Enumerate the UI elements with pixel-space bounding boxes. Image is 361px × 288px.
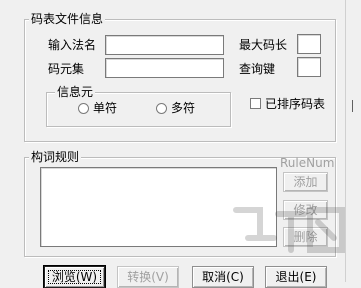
convert-button[interactable]: 转换(V) — [117, 266, 179, 288]
modify-rule-button[interactable]: 修改 — [283, 200, 328, 220]
single-char-label[interactable]: 单符 — [93, 101, 117, 115]
query-key-field[interactable] — [297, 57, 321, 77]
code-set-field[interactable] — [105, 58, 224, 78]
dialog-window: 码表文件信息 输入法名 码元集 最大码长 查询键 信息元 单符 多符 已排序码表… — [0, 0, 361, 288]
cancel-button[interactable]: 取消(C) — [192, 266, 254, 288]
browse-button[interactable]: 浏览(W) — [44, 266, 105, 288]
single-char-radio[interactable] — [78, 103, 89, 114]
exit-button[interactable]: 退出(E) — [265, 266, 327, 288]
word-rule-group-title: 构词规则 — [29, 150, 82, 164]
max-code-length-field[interactable] — [297, 34, 321, 54]
rulenum-label: RuleNum — [280, 156, 335, 170]
multi-char-label[interactable]: 多符 — [171, 101, 195, 115]
window-right-edge — [345, 0, 361, 282]
rules-textarea[interactable] — [40, 167, 277, 247]
delete-rule-button[interactable]: 删除 — [283, 227, 328, 247]
add-rule-button[interactable]: 添加 — [283, 172, 328, 192]
info-unit-group-title: 信息元 — [55, 85, 96, 99]
multi-char-radio[interactable] — [156, 103, 167, 114]
input-method-label: 输入法名 — [48, 38, 97, 52]
max-code-length-label: 最大码长 — [239, 38, 288, 52]
input-method-field[interactable] — [105, 35, 224, 55]
sorted-table-checkbox[interactable] — [250, 98, 261, 109]
sorted-table-label[interactable]: 已排序码表 — [265, 97, 325, 111]
scrollbar-grip[interactable] — [352, 100, 353, 112]
code-set-label: 码元集 — [48, 62, 85, 76]
query-key-label: 查询键 — [239, 62, 276, 76]
file-info-group-title: 码表文件信息 — [29, 12, 106, 26]
